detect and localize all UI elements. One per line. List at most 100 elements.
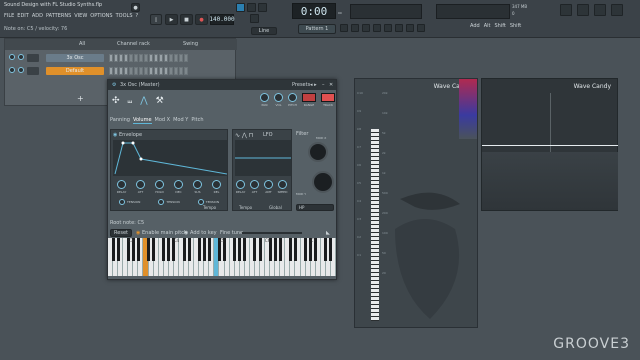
menu-item-tools[interactable]: TOOLS bbox=[116, 13, 133, 19]
step-button[interactable] bbox=[184, 54, 188, 62]
channel-pan-knob[interactable] bbox=[9, 54, 15, 60]
stop-button[interactable]: ■ bbox=[180, 14, 193, 25]
menu-item-add[interactable]: ADD bbox=[32, 13, 43, 19]
step-button[interactable] bbox=[119, 67, 123, 75]
step-button[interactable] bbox=[159, 67, 163, 75]
envelope-toggle-icon[interactable]: ◉ bbox=[113, 132, 117, 138]
lfo-amt-knob[interactable] bbox=[264, 180, 273, 189]
lfo-speed-knob[interactable] bbox=[278, 180, 287, 189]
step-button[interactable] bbox=[154, 67, 158, 75]
plugin-tab-misc-icon[interactable]: ⚒ bbox=[156, 96, 164, 106]
plugin-tab-envelope-icon[interactable]: ⋀ bbox=[140, 96, 147, 106]
envelope-graph[interactable] bbox=[113, 140, 227, 176]
step-button[interactable] bbox=[169, 54, 173, 62]
channel-button-default[interactable]: Default bbox=[46, 67, 104, 75]
tool-icon[interactable] bbox=[351, 24, 359, 32]
menu-item-help[interactable]: ? bbox=[136, 13, 139, 19]
channel-button-3x-osc[interactable]: 3x Osc bbox=[46, 54, 104, 62]
volume-knob[interactable] bbox=[274, 93, 283, 102]
channel-vol-knob[interactable] bbox=[18, 54, 24, 60]
lfo-att-knob[interactable] bbox=[250, 180, 259, 189]
step-button[interactable] bbox=[144, 67, 148, 75]
env-delay-knob[interactable] bbox=[117, 180, 126, 189]
plugin-tab-channel-settings-icon[interactable]: ✣ bbox=[112, 96, 120, 106]
blend-notes-icon[interactable] bbox=[258, 3, 267, 12]
step-button[interactable] bbox=[134, 54, 138, 62]
presets-label[interactable]: Presets bbox=[292, 82, 310, 88]
fine-tune-slider[interactable] bbox=[242, 232, 302, 234]
step-button[interactable] bbox=[134, 67, 138, 75]
channel-pan-knob[interactable] bbox=[9, 67, 15, 73]
step-button[interactable] bbox=[174, 54, 178, 62]
step-button[interactable] bbox=[109, 54, 113, 62]
step-button[interactable] bbox=[149, 54, 153, 62]
mixer-icon[interactable] bbox=[611, 4, 623, 16]
channel-filter[interactable]: All bbox=[79, 41, 85, 47]
env-att-knob[interactable] bbox=[136, 180, 145, 189]
pattern-song-toggle[interactable]: ▯ bbox=[150, 14, 162, 25]
step-button[interactable] bbox=[109, 67, 113, 75]
channel-vol-knob[interactable] bbox=[18, 67, 24, 73]
plugin-titlebar[interactable]: ⚙ 3x Osc (Master) Presets ◂ ▸ – ✕ bbox=[108, 80, 336, 90]
mod-y-knob[interactable] bbox=[312, 171, 334, 193]
metronome-icon[interactable] bbox=[250, 14, 259, 23]
env-rel-knob[interactable] bbox=[212, 180, 221, 189]
lfo-graph[interactable] bbox=[235, 140, 291, 176]
close-icon[interactable]: ✕ bbox=[329, 82, 333, 88]
step-button[interactable] bbox=[139, 54, 143, 62]
range-display[interactable] bbox=[302, 93, 316, 102]
step-button[interactable] bbox=[184, 67, 188, 75]
track-display[interactable] bbox=[321, 93, 335, 102]
tension-knob[interactable] bbox=[158, 199, 165, 205]
tempo-display[interactable]: 140.000 bbox=[209, 14, 235, 25]
tool-label-shift[interactable]: Shift bbox=[510, 23, 521, 29]
step-button[interactable] bbox=[124, 54, 128, 62]
step-button[interactable] bbox=[174, 67, 178, 75]
add-channel-button[interactable]: + bbox=[77, 94, 84, 103]
env-dec-knob[interactable] bbox=[174, 180, 183, 189]
tension-knob[interactable] bbox=[119, 199, 125, 205]
plugin-tab-plugin-icon[interactable]: ⧢ bbox=[128, 96, 133, 106]
tab-panning[interactable]: Panning bbox=[110, 117, 130, 124]
add-key-icon[interactable]: ◉ bbox=[184, 230, 188, 236]
pan-knob[interactable] bbox=[260, 93, 269, 102]
tab-mod-y[interactable]: Mod Y bbox=[173, 117, 188, 124]
plugin-menu-icon[interactable]: ⚙ bbox=[112, 82, 116, 88]
tool-icon[interactable] bbox=[417, 24, 425, 32]
mod-x-knob[interactable] bbox=[308, 142, 328, 162]
step-button[interactable] bbox=[159, 54, 163, 62]
step-button[interactable] bbox=[124, 67, 128, 75]
snap-selector[interactable]: Line bbox=[251, 27, 277, 35]
play-button[interactable]: ▶ bbox=[165, 14, 178, 25]
channel-mixer-track[interactable] bbox=[27, 54, 39, 62]
menu-item-edit[interactable]: EDIT bbox=[17, 13, 29, 19]
tab-mod-x[interactable]: Mod X bbox=[155, 117, 171, 124]
root-note-keyboard[interactable] bbox=[108, 238, 336, 276]
time-display[interactable]: 0:00 bbox=[292, 3, 336, 19]
step-button[interactable] bbox=[129, 54, 133, 62]
playlist-icon[interactable] bbox=[560, 4, 572, 16]
step-edit-icon[interactable] bbox=[247, 3, 256, 12]
filter-type-select[interactable]: HP bbox=[296, 204, 334, 211]
step-button[interactable] bbox=[144, 54, 148, 62]
step-button[interactable] bbox=[114, 67, 118, 75]
channel-mixer-track[interactable] bbox=[27, 67, 39, 75]
piano-roll-icon[interactable] bbox=[577, 4, 589, 16]
tool-icon[interactable] bbox=[395, 24, 403, 32]
tool-label-shift[interactable]: Shift bbox=[494, 23, 505, 29]
tool-label-add[interactable]: Add bbox=[470, 23, 480, 29]
tool-label-alt[interactable]: Alt bbox=[484, 23, 491, 29]
record-mode-button[interactable]: ● bbox=[131, 3, 140, 12]
env-hold-knob[interactable] bbox=[155, 180, 164, 189]
step-button[interactable] bbox=[149, 67, 153, 75]
tool-icon[interactable] bbox=[340, 24, 348, 32]
step-button[interactable] bbox=[129, 67, 133, 75]
lfo-delay-knob[interactable] bbox=[236, 180, 245, 189]
tool-icon[interactable] bbox=[384, 24, 392, 32]
pattern-selector[interactable]: Pattern 1 bbox=[298, 24, 336, 34]
step-button[interactable] bbox=[164, 54, 168, 62]
step-button[interactable] bbox=[119, 54, 123, 62]
step-button[interactable] bbox=[179, 54, 183, 62]
menu-item-patterns[interactable]: PATTERNS bbox=[46, 13, 71, 19]
pitch-knob[interactable] bbox=[288, 93, 297, 102]
